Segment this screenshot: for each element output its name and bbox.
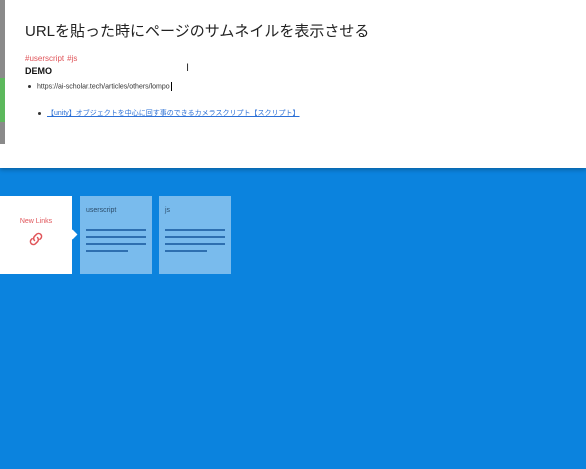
link-list-item[interactable]: 【unity】オブジェクトを中心に回す事のできるカメラスクリプト【スクリプト】	[38, 108, 300, 118]
demo-heading[interactable]: DEMO	[25, 66, 52, 76]
url-list-item[interactable]: https://ai-scholar.tech/articles/others/…	[28, 82, 172, 91]
page-title[interactable]: URLを貼った時にページのサムネイルを表示させる	[25, 20, 369, 41]
editor-edge-marker	[0, 122, 5, 144]
hashtag-line: #userscript #js	[25, 54, 80, 63]
link-icon	[29, 232, 43, 246]
editor-edge-marker-active	[0, 78, 5, 122]
tag-card-js[interactable]: js	[159, 196, 231, 274]
tag-card-userscript[interactable]: userscript	[80, 196, 152, 274]
tag-card-preview-lines	[165, 229, 225, 257]
editor-edge-marker	[0, 0, 5, 78]
new-links-card[interactable]: New Links	[0, 196, 72, 274]
tag-card-preview-lines	[86, 229, 146, 257]
hashtag-link[interactable]: #js	[67, 54, 77, 63]
bullet-icon	[38, 111, 41, 115]
page-editor[interactable]: URLを貼った時にページのサムネイルを表示させる #userscript #js …	[0, 0, 586, 168]
tag-card-title: userscript	[86, 207, 117, 214]
hashtag-link[interactable]: #userscript	[25, 54, 64, 63]
tag-card-title: js	[165, 207, 171, 214]
ibeam-cursor-icon: I	[186, 62, 190, 74]
text-caret	[170, 82, 172, 91]
url-text[interactable]: https://ai-scholar.tech/articles/others/…	[37, 83, 170, 90]
bullet-icon	[28, 85, 31, 88]
new-links-label: New Links	[19, 218, 53, 225]
page-link[interactable]: 【unity】オブジェクトを中心に回す事のできるカメラスクリプト【スクリプト】	[47, 110, 300, 117]
